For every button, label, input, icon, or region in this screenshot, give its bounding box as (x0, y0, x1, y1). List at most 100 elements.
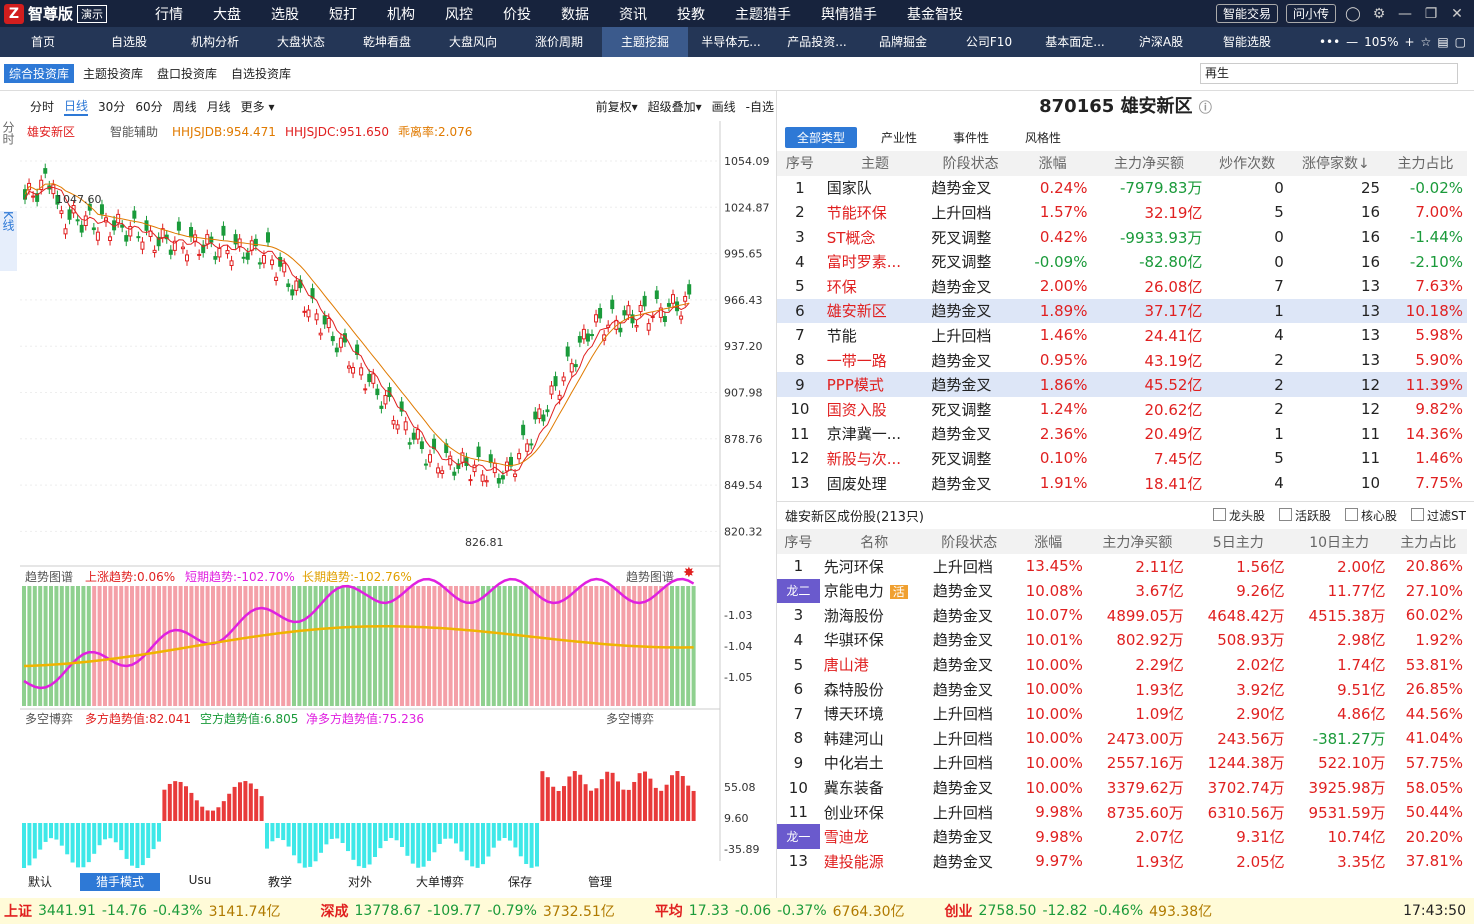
stock-name[interactable]: 华骐环保 (820, 628, 929, 653)
chart-option[interactable]: 前复权▾ (596, 98, 638, 115)
table-row[interactable]: 6 雄安新区 趋势金叉 1.89% 37.17亿 1 13 10.18% (777, 298, 1467, 324)
stock-name[interactable]: 渤海股份 (820, 603, 929, 628)
table-row[interactable]: 13 固废处理 趋势金叉 1.91% 18.41亿 4 10 7.75% (777, 471, 1467, 496)
column-header[interactable]: 阶段状态 (927, 151, 1014, 176)
column-header[interactable]: 阶段状态 (928, 529, 1010, 554)
period-tab[interactable]: 30分 (98, 98, 125, 115)
table-row[interactable]: 4 富时罗素... 死叉调整 -0.09% -82.80亿 0 16 -2.10% (777, 249, 1467, 274)
tab-item[interactable]: 公司F10 (946, 27, 1032, 57)
menu-item[interactable]: 价投 (488, 4, 546, 24)
search-input[interactable]: 再生 (1200, 63, 1458, 84)
period-tab[interactable]: 60分 (135, 98, 162, 115)
stock-name[interactable]: 博天环境 (820, 701, 929, 726)
app-logo[interactable]: Z 智尊版 演示 (0, 3, 140, 24)
filter-checkbox[interactable]: 活跃股 (1279, 507, 1331, 524)
menu-item[interactable]: 大盘 (198, 4, 256, 24)
period-tab[interactable]: 月线 (207, 98, 231, 115)
tab-item[interactable]: 首页 (0, 27, 86, 57)
table-row[interactable]: 5 唐山港 趋势金叉 10.00% 2.29亿 2.02亿 1.74亿 53.81% (777, 652, 1467, 677)
minimize-icon[interactable]: — (1396, 6, 1414, 22)
tab-item[interactable]: 智能选股 (1204, 27, 1290, 57)
tab-item[interactable]: 半导体元... (688, 27, 774, 57)
bottom-tab[interactable]: Usu (160, 873, 240, 891)
stock-name[interactable]: 冀东装备 (820, 775, 929, 800)
column-header[interactable]: 主力占比 (1384, 151, 1467, 176)
chart-option[interactable]: 画线 (712, 98, 736, 115)
stock-name[interactable]: 先河环保 (820, 554, 929, 579)
bottom-tab[interactable]: 大单博弈 (400, 873, 480, 891)
stock-name[interactable]: 中化岩土 (820, 751, 929, 776)
table-row[interactable]: 11 创业环保 上升回档 9.98% 8735.60万 6310.56万 9531.59万 5… (777, 800, 1467, 825)
menu-item[interactable]: 数据 (546, 4, 604, 24)
tab-item[interactable]: 机构分析 (172, 27, 258, 57)
chart-option[interactable]: 超级叠加▾ (648, 98, 702, 115)
bottom-tab[interactable]: 默认 (0, 873, 80, 891)
stock-name[interactable]: 唐山港 (820, 652, 929, 677)
table-row[interactable]: 5 环保 趋势金叉 2.00% 26.08亿 7 13 7.63% (777, 274, 1467, 299)
table-row[interactable]: 7 博天环境 上升回档 10.00% 1.09亿 2.90亿 4.86亿 44.56% (777, 701, 1467, 726)
table-row[interactable]: 13 建投能源 趋势金叉 9.97% 1.93亿 2.05亿 3.35亿 37.81% (777, 849, 1467, 874)
chart-option[interactable]: -自选 (746, 98, 774, 115)
tab-item[interactable]: 品牌掘金 (860, 27, 946, 57)
kline-chart[interactable]: 雄安新区 智能辅助 HHJSJDB:954.471 HHJSJDC:951.650 乖离… (0, 121, 774, 871)
column-header[interactable]: 5日主力 (1187, 529, 1289, 554)
zoom-out-icon[interactable]: — (1346, 35, 1358, 49)
bottom-tab[interactable]: 保存 (480, 873, 560, 891)
tab-item[interactable]: 涨价周期 (516, 27, 602, 57)
settings-icon[interactable]: ⚙ (1370, 6, 1388, 22)
tab-item[interactable]: 自选股 (86, 27, 172, 57)
smart-trade-button[interactable]: 智能交易 (1215, 4, 1278, 23)
type-tab[interactable]: 事件性 (941, 127, 1001, 148)
table-row[interactable]: 4 华骐环保 趋势金叉 10.01% 802.92万 508.93万 2.98亿 1.92% (777, 628, 1467, 653)
menu-item[interactable]: 资讯 (604, 4, 662, 24)
subtab-item[interactable]: 自选投资库 (226, 64, 296, 83)
star-icon[interactable]: ☆ (1421, 35, 1432, 49)
tab-item[interactable]: 基本面定... (1032, 27, 1118, 57)
column-header[interactable]: 涨幅 (1009, 529, 1087, 554)
table-row[interactable]: 3 渤海股份 趋势金叉 10.07% 4899.05万 4648.42万 4515.38万 6… (777, 603, 1467, 628)
menu-item[interactable]: 行情 (140, 4, 198, 24)
column-header[interactable]: 主力净买额 (1086, 529, 1188, 554)
period-tab[interactable]: 日线 (64, 97, 89, 116)
filter-checkbox[interactable]: 过滤ST (1411, 507, 1466, 524)
menu-item[interactable]: 短打 (314, 4, 372, 24)
bottom-tab[interactable]: 管理 (560, 873, 640, 891)
tab-item[interactable]: 大盘状态 (258, 27, 344, 57)
table-row[interactable]: 3 ST概念 死叉调整 0.42% -9933.93万 0 16 -1.44% (777, 225, 1467, 250)
period-tab[interactable]: 分时 (30, 98, 54, 115)
menu-item[interactable]: 选股 (256, 4, 314, 24)
menu-item[interactable]: 舆情猎手 (806, 4, 892, 24)
more-icon[interactable]: ••• (1319, 35, 1340, 49)
column-header[interactable]: 名称 (819, 529, 929, 554)
column-header[interactable]: 涨停家数↓ (1287, 151, 1385, 176)
close-icon[interactable]: ✕ (1448, 6, 1466, 22)
menu-item[interactable]: 风控 (430, 4, 488, 24)
column-header[interactable]: 炒作次数 (1206, 151, 1288, 176)
filter-checkbox[interactable]: 核心股 (1345, 507, 1397, 524)
menu-item[interactable]: 基金智投 (892, 4, 978, 24)
column-header[interactable]: 10日主力 (1288, 529, 1390, 554)
tab-item[interactable]: 沪深A股 (1118, 27, 1204, 57)
type-tab[interactable]: 风格性 (1013, 127, 1073, 148)
subtab-item[interactable]: 综合投资库 (4, 64, 75, 83)
stock-name[interactable]: 京能电力活 (820, 579, 929, 604)
window-icon[interactable]: ▢ (1455, 35, 1466, 49)
tab-item[interactable]: 产品投资... (774, 27, 860, 57)
table-row[interactable]: 12 新股与次... 死叉调整 0.10% 7.45亿 5 11 1.46% (777, 446, 1467, 471)
column-header[interactable]: 涨幅 (1013, 151, 1092, 176)
ask-button[interactable]: 问小传 (1285, 4, 1336, 23)
info-icon[interactable]: ⓘ (1199, 101, 1212, 116)
bottom-tab[interactable]: 猎手模式 (80, 873, 160, 891)
table-row[interactable]: 7 节能 上升回档 1.46% 24.41亿 4 13 5.98% (777, 323, 1467, 348)
stock-name[interactable]: 雪迪龙 (820, 824, 929, 849)
period-tab[interactable]: 更多 ▾ (241, 98, 275, 115)
tab-item[interactable]: 乾坤看盘 (344, 27, 430, 57)
table-row[interactable]: 9 PPP模式 趋势金叉 1.86% 45.52亿 2 12 11.39% (777, 372, 1467, 397)
tab-item[interactable]: 主题挖掘 (602, 27, 688, 57)
column-header[interactable]: 主题 (822, 151, 928, 176)
table-row[interactable]: 2 节能环保 上升回档 1.57% 32.19亿 5 16 7.00% (777, 200, 1467, 225)
column-header[interactable]: 主力净买额 (1091, 151, 1207, 176)
bottom-tab[interactable]: 对外 (320, 873, 400, 891)
table-row[interactable]: 龙一 雪迪龙 趋势金叉 9.98% 2.07亿 9.31亿 10.74亿 20.20% (777, 824, 1467, 850)
layout-icon[interactable]: ▤ (1437, 35, 1448, 49)
